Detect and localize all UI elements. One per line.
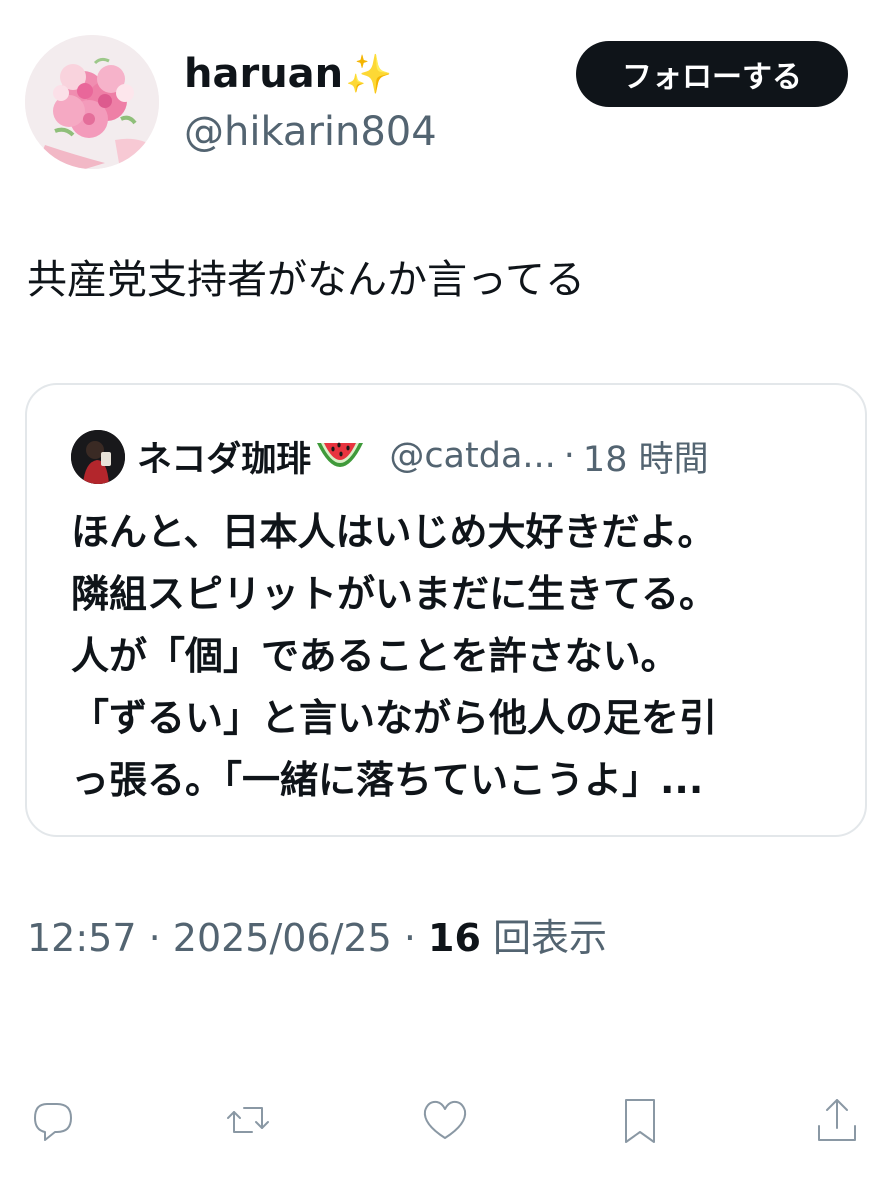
sparkle-emoji-icon: ✨	[345, 52, 393, 96]
share-button[interactable]	[802, 1085, 872, 1155]
views-label: 回表示	[480, 916, 608, 960]
quoted-tweet-line: 人が「個」であることを許さない。	[71, 634, 679, 678]
quoted-tweet-line: っ張る。「一緒に落ちていこうよ」...	[71, 758, 704, 802]
separator-dot: ·	[136, 916, 173, 960]
heart-icon	[423, 1100, 467, 1139]
follow-button[interactable]: フォローする	[576, 41, 848, 107]
quoted-tweet-body: ほんと、日本人はいじめ大好きだよ。 隣組スピリットがいまだに生きてる。 人が「個…	[71, 501, 851, 811]
person-avatar-icon	[71, 430, 125, 484]
action-bar	[0, 1085, 895, 1155]
reply-button[interactable]	[18, 1085, 88, 1155]
quoted-author-name[interactable]: ネコダ珈琲	[137, 431, 311, 482]
views-count: 16	[428, 916, 481, 960]
author-avatar[interactable]	[25, 35, 159, 169]
separator-dot: ·	[391, 916, 429, 960]
author-display-name[interactable]: haruan✨	[184, 48, 392, 100]
author-name-text[interactable]: haruan	[184, 51, 343, 97]
quoted-author-avatar[interactable]	[71, 430, 125, 484]
tweet-date[interactable]: 2025/06/25	[173, 916, 392, 960]
flower-bouquet-icon	[25, 35, 159, 169]
quoted-tweet-line: 隣組スピリットがいまだに生きてる。	[71, 572, 718, 616]
like-button[interactable]	[410, 1085, 480, 1155]
retweet-icon	[227, 1107, 269, 1133]
tweet-time[interactable]: 12:57	[27, 916, 137, 960]
bookmark-button[interactable]	[605, 1085, 675, 1155]
quoted-author-handle[interactable]: @catda...	[389, 436, 555, 476]
bookmark-icon	[625, 1099, 655, 1143]
tweet-meta: 12:57 · 2025/06/25 · 16 回表示	[27, 910, 607, 966]
tweet-text: 共産党支持者がなんか言ってる	[27, 257, 585, 303]
quoted-tweet-time[interactable]: 18 時間	[583, 431, 709, 482]
reply-icon	[34, 1103, 72, 1141]
author-handle[interactable]: @hikarin804	[184, 106, 437, 158]
separator-dot: ·	[563, 436, 575, 476]
quoted-tweet-line: 「ずるい」と言いながら他人の足を引	[71, 696, 718, 740]
share-icon	[818, 1099, 856, 1141]
quoted-tweet-line: ほんと、日本人はいじめ大好きだよ。	[71, 510, 716, 554]
watermelon-emoji-icon	[317, 442, 364, 467]
quoted-tweet-header: ネコダ珈琲 @catda... · 18 時間	[137, 429, 709, 483]
retweet-button[interactable]	[213, 1085, 283, 1155]
quoted-tweet-card[interactable]: ネコダ珈琲 @catda... · 18 時間 ほんと、日本人はいじめ大好きだよ…	[25, 383, 867, 837]
